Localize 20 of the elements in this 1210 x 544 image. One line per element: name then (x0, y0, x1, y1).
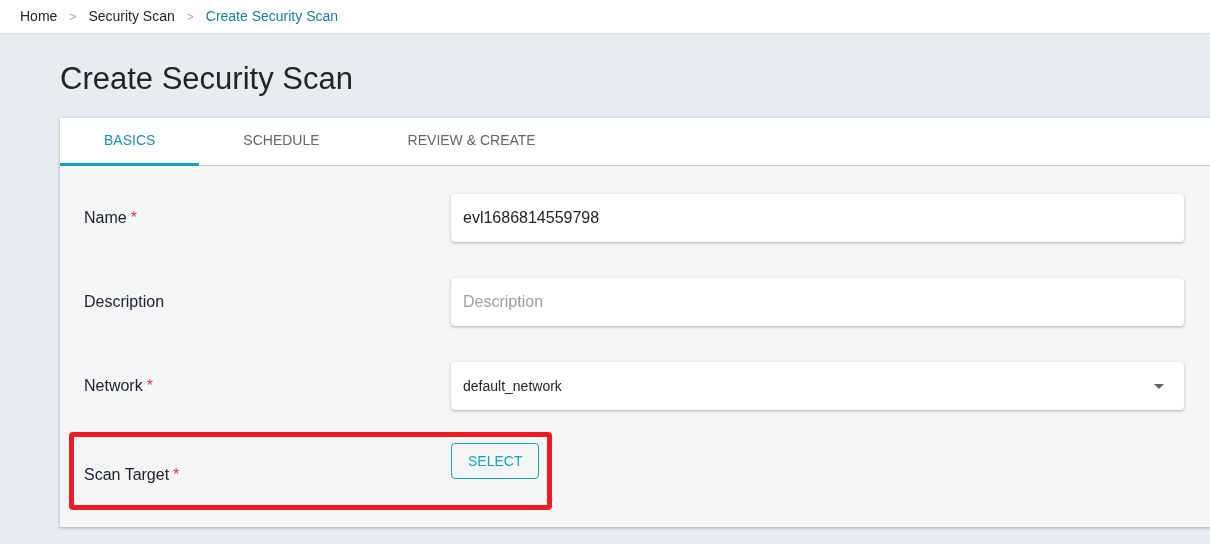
field-label: Scan Target (84, 465, 170, 485)
breadcrumb-link[interactable]: Create Security Scan (205, 6, 339, 27)
field-label: Name (84, 208, 127, 228)
dropdown-caret-icon (1154, 383, 1164, 389)
required-mark: * (130, 208, 137, 228)
input-field[interactable]: Description (451, 278, 1184, 326)
breadcrumb-link[interactable]: Home (20, 6, 58, 27)
field-label: Network (84, 376, 143, 396)
tab[interactable]: SCHEDULE (199, 118, 364, 166)
field-label: Description (84, 292, 165, 312)
breadcrumb-separator: > (186, 8, 194, 26)
tab[interactable]: BASICS (60, 118, 200, 166)
required-mark: * (146, 376, 153, 396)
required-mark: * (173, 465, 180, 485)
breadcrumb-separator: > (69, 8, 77, 26)
input-field[interactable]: evl1686814559798 (451, 194, 1184, 242)
page-title: Create Security Scan (60, 60, 354, 98)
tab[interactable]: REVIEW & CREATE (363, 118, 580, 166)
breadcrumb-link[interactable]: Security Scan (88, 6, 175, 27)
network-select[interactable]: default_network (451, 362, 1184, 410)
